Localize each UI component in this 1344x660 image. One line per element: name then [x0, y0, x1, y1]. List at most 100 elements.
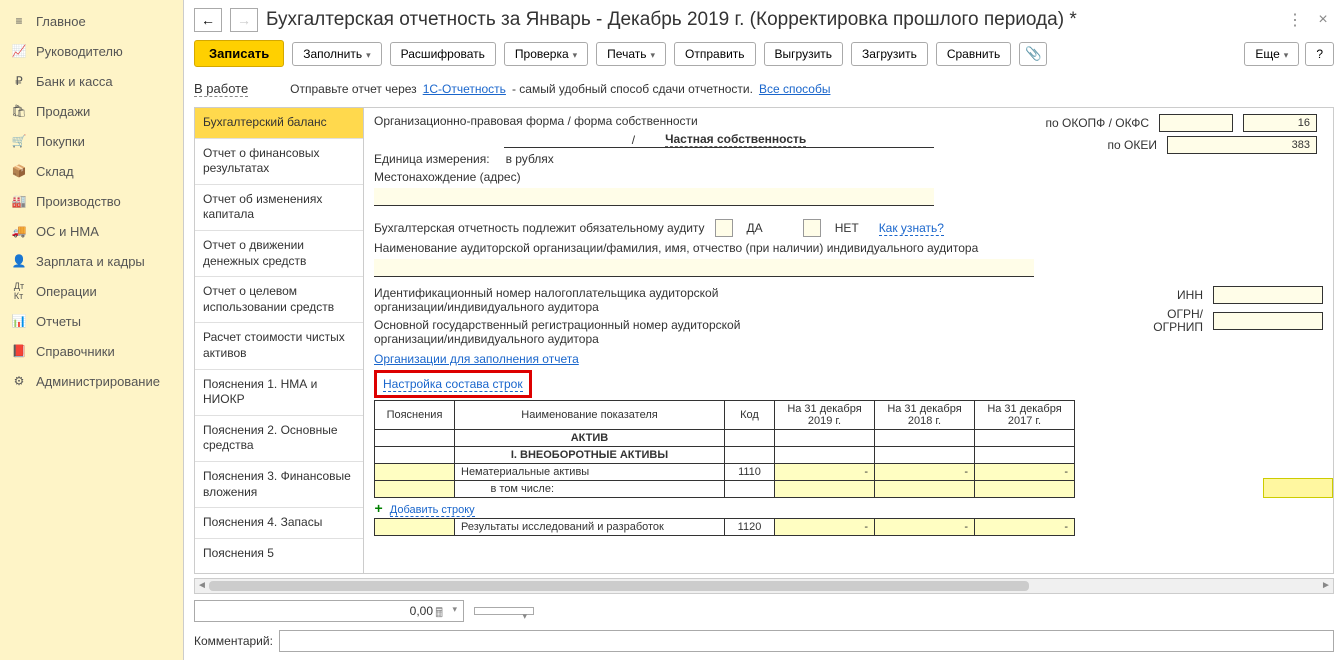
- sum-field2[interactable]: [474, 607, 534, 615]
- sum-field[interactable]: 0,00 🖩: [194, 600, 464, 622]
- h-scrollbar[interactable]: ◄ ►: [194, 578, 1334, 594]
- tab-target[interactable]: Отчет о целевом использовании средств: [195, 277, 363, 323]
- sidebar-item-admin[interactable]: ⚙ Администрирование: [0, 366, 183, 396]
- inn-label: Идентификационный номер налогоплательщик…: [374, 286, 774, 314]
- tab-cashflow[interactable]: Отчет о движении денежных средств: [195, 231, 363, 277]
- export-button[interactable]: Выгрузить: [764, 42, 844, 66]
- orgs-link[interactable]: Организации для заполнения отчета: [374, 352, 579, 366]
- row2-name: Результаты исследований и разработок: [455, 519, 725, 536]
- audit-no-check[interactable]: [803, 219, 821, 237]
- print-button[interactable]: Печать: [596, 42, 666, 66]
- calc-icon[interactable]: 🖩: [435, 604, 443, 626]
- sidebar: ≡Главное 📈Руководителю ₽Банк и касса 🛍Пр…: [0, 0, 184, 660]
- ogrn-input[interactable]: [1213, 312, 1323, 330]
- own-form-value[interactable]: Частная собственность: [665, 132, 806, 147]
- cart-icon: 🛒: [10, 132, 28, 150]
- add-row-icon[interactable]: +: [375, 500, 383, 516]
- tab-balance[interactable]: Бухгалтерский баланс: [195, 108, 363, 139]
- chart-icon: 📈: [10, 42, 28, 60]
- sidebar-item-operations[interactable]: ДтКтОперации: [0, 276, 183, 306]
- auditor-name-input[interactable]: [374, 259, 1034, 277]
- okopf-code2[interactable]: 16: [1243, 114, 1317, 132]
- cell-sub-2017[interactable]: [975, 481, 1075, 498]
- address-input[interactable]: [374, 188, 934, 206]
- tab-expl4[interactable]: Пояснения 4. Запасы: [195, 508, 363, 539]
- compare-button[interactable]: Сравнить: [936, 42, 1011, 66]
- close-icon[interactable]: ×: [1312, 9, 1334, 31]
- tab-expl2[interactable]: Пояснения 2. Основные средства: [195, 416, 363, 462]
- attach-button[interactable]: 📎: [1019, 42, 1047, 66]
- cell-expl2[interactable]: [375, 519, 455, 536]
- tab-expl5[interactable]: Пояснения 5: [195, 539, 363, 569]
- okopf-code1[interactable]: [1159, 114, 1233, 132]
- cell-2019[interactable]: -: [775, 464, 875, 481]
- sidebar-item-salary[interactable]: 👤Зарплата и кадры: [0, 246, 183, 276]
- check-button[interactable]: Проверка: [504, 42, 588, 66]
- sidebar-label: Главное: [36, 14, 86, 29]
- cell2-2017[interactable]: -: [975, 519, 1075, 536]
- 1c-report-link[interactable]: 1С-Отчетность: [423, 82, 506, 96]
- cell-sub-2019[interactable]: [775, 481, 875, 498]
- cell-2017[interactable]: -: [975, 464, 1075, 481]
- dkkr-icon: ДтКт: [10, 282, 28, 300]
- sidebar-item-bank[interactable]: ₽Банк и касса: [0, 66, 183, 96]
- comment-input[interactable]: [279, 630, 1334, 652]
- inn-input[interactable]: [1213, 286, 1323, 304]
- th-name: Наименование показателя: [455, 401, 725, 430]
- config-rows-link[interactable]: Настройка состава строк: [383, 377, 523, 392]
- back-button[interactable]: ←: [194, 8, 222, 32]
- row1-code: 1110: [725, 464, 775, 481]
- th-code: Код: [725, 401, 775, 430]
- tab-finresults[interactable]: Отчет о финансовых результатах: [195, 139, 363, 185]
- row2-code: 1120: [725, 519, 775, 536]
- all-methods-link[interactable]: Все способы: [759, 82, 831, 96]
- sidebar-item-reports[interactable]: 📊Отчеты: [0, 306, 183, 336]
- page-title: Бухгалтерская отчетность за Январь - Дек…: [266, 9, 1276, 31]
- add-row-link[interactable]: Добавить строку: [390, 504, 475, 517]
- fill-button[interactable]: Заполнить: [292, 42, 381, 66]
- tab-expl3[interactable]: Пояснения 3. Финансовые вложения: [195, 462, 363, 508]
- sidebar-item-production[interactable]: 🏭 Производство: [0, 186, 183, 216]
- write-button[interactable]: Записать: [194, 40, 284, 67]
- tab-expl1[interactable]: Пояснения 1. НМА и НИОКР: [195, 370, 363, 416]
- more-button[interactable]: Еще: [1244, 42, 1299, 66]
- sidebar-item-manager[interactable]: 📈Руководителю: [0, 36, 183, 66]
- cell-expl-sub[interactable]: [375, 481, 455, 498]
- sidebar-item-sales[interactable]: 🛍Продажи: [0, 96, 183, 126]
- cell-expl[interactable]: [375, 464, 455, 481]
- yes-label: ДА: [747, 221, 763, 235]
- sidebar-item-purchases[interactable]: 🛒Покупки: [0, 126, 183, 156]
- sidebar-item-os[interactable]: 🚚ОС и НМА: [0, 216, 183, 246]
- how-link[interactable]: Как узнать?: [879, 221, 944, 236]
- audit-yes-check[interactable]: [715, 219, 733, 237]
- send-button[interactable]: Отправить: [674, 42, 756, 66]
- info-text2: - самый удобный способ сдачи отчетности.: [512, 82, 753, 96]
- sidebar-label: Администрирование: [36, 374, 160, 389]
- sidebar-label: Производство: [36, 194, 121, 209]
- okei-code[interactable]: 383: [1167, 136, 1317, 154]
- import-button[interactable]: Загрузить: [851, 42, 928, 66]
- section1-header: I. ВНЕОБОРОТНЫЕ АКТИВЫ: [455, 447, 725, 464]
- info-bar: В работе Отправьте отчет через 1С-Отчетн…: [184, 75, 1344, 107]
- help-button[interactable]: ?: [1305, 42, 1334, 66]
- forward-button[interactable]: →: [230, 8, 258, 32]
- sum-value: 0,00: [410, 604, 433, 618]
- tab-capital[interactable]: Отчет об изменениях капитала: [195, 185, 363, 231]
- cell-2018[interactable]: -: [875, 464, 975, 481]
- sidebar-item-main[interactable]: ≡Главное: [0, 6, 183, 36]
- tab-netassets[interactable]: Расчет стоимости чистых активов: [195, 323, 363, 369]
- sidebar-label: Продажи: [36, 104, 90, 119]
- decode-button[interactable]: Расшифровать: [390, 42, 496, 66]
- factory-icon: 🏭: [10, 192, 28, 210]
- status-link[interactable]: В работе: [194, 81, 248, 97]
- sidebar-label: ОС и НМА: [36, 224, 99, 239]
- toolbar: Записать Заполнить Расшифровать Проверка…: [184, 36, 1344, 75]
- sidebar-item-warehouse[interactable]: 📦Склад: [0, 156, 183, 186]
- cell2-2018[interactable]: -: [875, 519, 975, 536]
- kebab-icon[interactable]: ⋮: [1284, 9, 1306, 31]
- gear-icon: ⚙: [10, 372, 28, 390]
- cell-sub-2018[interactable]: [875, 481, 975, 498]
- sidebar-item-refs[interactable]: 📕Справочники: [0, 336, 183, 366]
- cell2-2019[interactable]: -: [775, 519, 875, 536]
- auditor-name-label: Наименование аудиторской организации/фам…: [374, 241, 978, 255]
